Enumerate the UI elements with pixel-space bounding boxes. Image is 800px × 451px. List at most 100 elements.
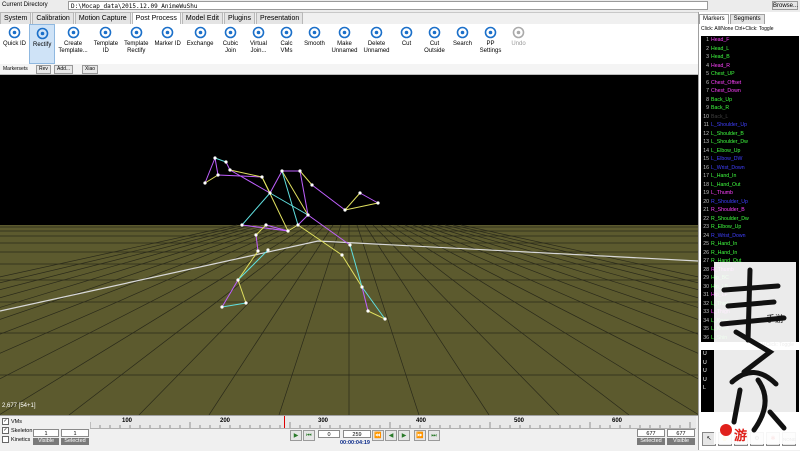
checkbox-box[interactable]: ✓ [2,427,9,434]
markerset-chip[interactable]: Add... [54,65,74,74]
skeleton-marker[interactable] [240,223,244,227]
marker-row[interactable]: 36 L_Shin [701,334,799,343]
marker-row[interactable]: 13 L_Shoulder_Dw [701,138,799,147]
virtual-join-button[interactable]: Virtual Join... [244,24,272,64]
skeleton-marker[interactable] [306,213,310,217]
marker-row[interactable]: 10 Back_L [701,113,799,122]
step-forward-button[interactable]: ▶ [398,430,410,441]
skeleton-marker[interactable] [213,156,217,160]
template-id-button[interactable]: Template ID [91,24,121,64]
skeleton-marker[interactable] [224,160,228,164]
skeleton-marker[interactable] [236,278,240,282]
marker-row[interactable]: 21 R_Shoulder_B [701,206,799,215]
marker-row[interactable]: 32 L_Thigh [701,300,799,309]
tab-system[interactable]: System [0,12,32,24]
marker-row[interactable]: 30 Hip_LB [701,283,799,292]
marker-row[interactable]: 9 Back_R [701,104,799,113]
skeleton-marker[interactable] [358,191,362,195]
tab-calibration[interactable]: Calibration [32,12,74,24]
smooth-button[interactable]: Smooth [300,24,328,64]
prev-key-button[interactable]: ⏪ [372,430,384,441]
skeleton-marker[interactable] [228,168,232,172]
tab-markers[interactable]: Markers [699,14,729,24]
skeleton-marker[interactable] [203,181,207,185]
markerset-chip[interactable]: Rev [36,65,51,74]
marker-row[interactable]: 25 R_Hand_In [701,240,799,249]
marker-row[interactable]: 35 L_Knee [701,325,799,334]
skeleton-marker[interactable] [376,201,380,205]
tab-model-edit[interactable]: Model Edit [181,12,223,24]
marker-row[interactable]: 28 R_Thumb [701,266,799,275]
playhead[interactable] [284,416,285,428]
skeleton-marker[interactable] [268,191,272,195]
marker-row[interactable]: 3 Head_B [701,53,799,62]
marker-row[interactable]: 33 L_Thigh [701,308,799,317]
first-frame-button[interactable]: ⏮ [303,430,315,441]
play-button[interactable]: ▶ [290,430,302,441]
skeleton-marker[interactable] [296,223,300,227]
marker-row[interactable]: 18 L_Hand_Out [701,181,799,190]
marker-row[interactable]: 26 R_Hand_In [701,249,799,258]
color-tool-button[interactable]: ◧ [734,432,748,446]
skeleton-marker[interactable] [348,243,352,247]
segment-row[interactable]: U [701,359,799,368]
current-frame-field[interactable]: 0 [318,430,340,438]
undo-button[interactable]: Undo [505,24,533,64]
segment-row[interactable]: L [701,384,799,393]
visible-count-field[interactable]: 1 [33,429,59,437]
skeleton-marker[interactable] [366,309,370,313]
browse-button[interactable]: Browse... [772,1,798,10]
marker-row[interactable]: 4 Head_R [701,62,799,71]
marker-row[interactable]: 34 L_Knee [701,317,799,326]
skeleton-marker[interactable] [383,317,387,321]
skeleton-marker[interactable] [298,169,302,173]
skeleton-marker[interactable] [340,253,344,257]
marker-row[interactable]: 12 L_Shoulder_B [701,130,799,139]
marker-row[interactable]: 11 L_Shoulder_Up [701,121,799,130]
marker-row[interactable]: 16 L_Wrist_Down [701,164,799,173]
marker-row[interactable]: 23 R_Elbow_Up [701,223,799,232]
marker-row[interactable]: 22 R_Shoulder_Dw [701,215,799,224]
cut-outside-button[interactable]: Cut Outside [421,24,449,64]
cut-button[interactable]: Cut [393,24,421,64]
skeleton-marker[interactable] [286,229,290,233]
grab-tool-button[interactable]: ✋ [718,432,732,446]
marker-row[interactable]: 17 L_Hand_In [701,172,799,181]
marker-row[interactable]: 14 L_Elbow_Up [701,147,799,156]
marker-id-button[interactable]: Marker ID [151,24,183,64]
make-unnamed-button[interactable]: Make Unnamed [328,24,360,64]
quick-id-button[interactable]: Quick ID [0,24,29,64]
skeleton-marker[interactable] [266,248,270,252]
step-back-button[interactable]: ◀ [385,430,397,441]
marker-row[interactable]: 27 R_Hand_Out [701,257,799,266]
skeleton-marker[interactable] [254,233,258,237]
marker-tool-button[interactable]: ✱ [766,432,780,446]
directory-field[interactable]: D:\Mocap_data\2015.12.09_AnimeWuShu [68,1,708,10]
skeleton-marker[interactable] [343,208,347,212]
selected-count-field[interactable]: 1 [61,429,89,437]
skeleton-marker[interactable] [220,305,224,309]
marker-list[interactable]: 1 Head_F 2 Head_L 3 Head_B 4 Head_R 5 Chest_UP 6 Ch… [701,36,799,342]
tab-plugins[interactable]: Plugins [224,12,255,24]
skeleton-marker[interactable] [280,169,284,173]
none-button[interactable]: NONE [782,432,796,446]
create-template-button[interactable]: Create Template... [55,24,90,64]
marker-row[interactable]: 19 L_Thumb [701,189,799,198]
markerset-chip[interactable]: Xiao [82,65,99,74]
segment-list[interactable]: UUUUL [701,350,799,412]
template-rectify-button[interactable]: Template Rectify [121,24,151,64]
skeleton-marker[interactable] [256,249,260,253]
filter-tool-button[interactable]: ⚙ [750,432,764,446]
marker-row[interactable]: 8 Back_Up [701,96,799,105]
pp-settings-button[interactable]: PP Settings [477,24,505,64]
segment-row[interactable]: U [701,367,799,376]
marker-row[interactable]: 7 Chest_Down [701,87,799,96]
segment-row[interactable]: U [701,376,799,385]
calc-vms-button[interactable]: Calc VMs [272,24,300,64]
select-tool-button[interactable]: ↖ [702,432,716,446]
skeleton-marker[interactable] [216,173,220,177]
delete-unnamed-button[interactable]: Delete Unnamed [360,24,392,64]
skeleton-marker[interactable] [264,223,268,227]
marker-row[interactable]: 5 Chest_UP [701,70,799,79]
last-frame-button[interactable]: ⏭ [428,430,440,441]
